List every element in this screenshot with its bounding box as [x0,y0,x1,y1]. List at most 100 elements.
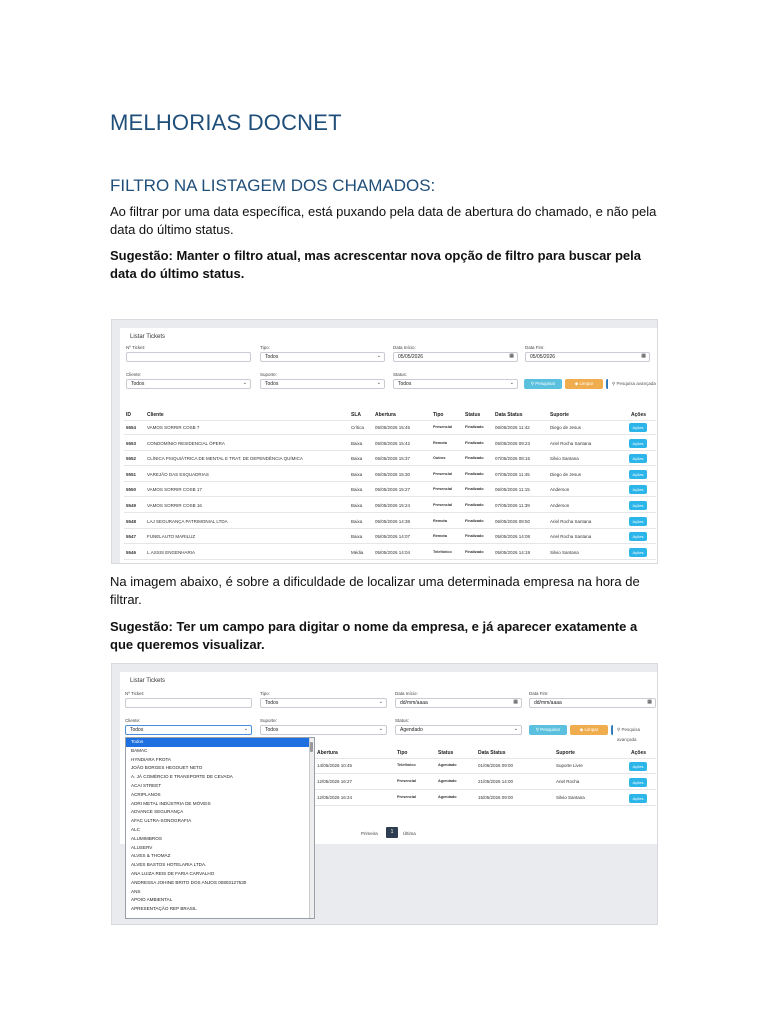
pesquisar-button[interactable]: ⚲ Pesquisar [524,379,562,389]
pesquisar-button[interactable]: ⚲ Pesquisar [529,725,567,735]
table-cell: Silvio Santana [550,456,579,462]
dropdown-scrollbar[interactable] [309,738,314,918]
table-cell: 07/05/2026 08:15 [495,456,531,462]
acoes-button[interactable]: Ações [629,485,647,495]
pager-first[interactable]: Primeira [361,831,378,836]
ticket-input[interactable] [125,698,252,708]
column-header: Abertura [375,412,396,418]
chevron-down-icon: ⌄ [243,726,248,732]
data-inicio-input[interactable]: 05/05/2026 ▦ [393,352,518,362]
dropdown-option[interactable]: ALUMIMBROS [126,835,314,844]
client-dropdown-list[interactable]: Todos BAMAC HYNDIARA FROTA JOÃO BORGES HEGO… [125,737,315,919]
limpar-button[interactable]: ◆ Limpar [565,379,603,389]
table-cell: 05/05/2026 14:19 [495,549,531,555]
pesquisa-avancada-button[interactable]: ⚲ Pesquisa avançada [611,725,657,742]
table-cell: VAMOS SORRIR COSB 17 [147,487,202,493]
dropdown-option[interactable]: ANS [126,888,314,897]
dropdown-option[interactable]: A. JÁ COMÉRCIO E TRANSPORTE DE CEVADA [126,773,314,782]
pesquisa-avancada-button[interactable]: ⚲ Pesquisa avançada [606,379,657,389]
dropdown-option[interactable]: JOÃO BORGES HEGOUET NETO [126,764,314,773]
column-header: Ações [631,750,647,756]
calendar-icon: ▦ [509,353,514,359]
tipo-select[interactable]: Todos ⌄ [260,698,387,708]
table-cell: 05/05/2026 15:30 [375,471,411,477]
table-cell: Baixa [351,471,363,477]
acoes-button[interactable]: Ações [629,563,647,564]
acoes-button[interactable]: Ações [629,516,647,526]
acoes-button[interactable]: Ações [629,423,647,432]
column-header: ID [126,412,131,418]
dropdown-option[interactable]: ALVES BASTOS HOTELARIA LTDA. [126,861,314,870]
pager-page[interactable]: 1 [386,827,398,838]
dropdown-option[interactable]: ADRI METAL INDÚSTRIA DE MÓVEIS [126,800,314,809]
row-divider [310,805,656,806]
column-header: SLA [351,412,361,418]
section-title: FILTRO NA LISTAGEM DOS CHAMADOS: [110,176,436,195]
cliente-select[interactable]: Todos ⌄ [126,379,251,389]
acoes-button[interactable]: Ações [629,454,647,464]
table-cell: 5553 [126,440,137,446]
table-cell: Diego de Jesus [550,471,582,477]
data-fim-label: Data Fim: [529,691,549,696]
panel-title: Listar Tickets [130,678,166,684]
column-header: Tipo [397,750,408,756]
table-cell: 05/05/2026 15:24 [375,503,411,508]
acoes-button[interactable]: Ações [629,501,647,510]
column-header: Suporte [556,750,575,756]
dropdown-option[interactable]: APOIO AMBIENTAL [126,896,314,905]
cliente-select[interactable]: Todos ⌄ [125,725,252,735]
table-cell: Média [351,549,364,555]
suporte-select[interactable]: Todos ⌄ [260,725,387,735]
dropdown-option[interactable]: ALC [126,826,314,835]
table-cell: Crítica [351,425,365,430]
data-fim-input[interactable]: 05/05/2026 ▦ [525,352,650,362]
table-cell: Remota [433,440,447,445]
row-divider [124,449,656,451]
table-cell: Telefônico [433,549,452,554]
acoes-button[interactable]: Ações [629,547,647,557]
limpar-button[interactable]: ◆ Limpar [570,725,608,735]
suporte-select[interactable]: Todos ⌄ [260,379,385,389]
acoes-button[interactable]: Ações [629,469,647,479]
dropdown-option[interactable]: ADVANCE SEGURANÇA [126,808,314,817]
dropdown-option[interactable]: Todos [126,738,314,747]
dropdown-option[interactable]: ALVES & THOMAZ [126,852,314,861]
chevron-down-icon: ⌄ [242,380,247,386]
acoes-button[interactable]: Ações [629,778,647,787]
dropdown-option[interactable]: HYNDIARA FROTA [126,756,314,765]
table-cell: VAREJÃO DAS ESQUADRIAS [147,471,209,477]
acoes-button[interactable]: Ações [629,794,647,803]
pager-last[interactable]: Última [403,831,416,836]
table-cell: Presencial [433,503,452,507]
table-cell: Ariel Rocha Santana [550,440,592,446]
row-divider [124,496,656,498]
data-fim-input[interactable]: dd/mm/aaaa ▦ [529,698,656,708]
calendar-icon: ▦ [647,699,652,705]
table-cell: Diego de Jesus [550,425,582,430]
acoes-button[interactable]: Ações [629,438,647,448]
acoes-button[interactable]: Ações [629,532,647,542]
column-header: Status [465,412,481,418]
acoes-button[interactable]: Ações [629,762,647,771]
data-inicio-input[interactable]: dd/mm/aaaa ▦ [395,698,522,708]
table-cell: LAJ SEGURANÇA PATRIMONIAL LTDA [147,518,228,524]
ticket-input[interactable] [126,352,251,362]
dropdown-option[interactable]: ACAI STREET [126,782,314,791]
dropdown-option[interactable]: ACRIPLANOS [126,791,314,800]
status-select[interactable]: Agendado ⌄ [395,725,522,735]
calendar-icon: ▦ [513,699,518,705]
dropdown-option[interactable]: ANDRESSA JOHINE BRITO DOS ANJOS 00803127… [126,879,314,888]
scroll-thumb[interactable] [310,742,313,752]
tipo-select[interactable]: Todos ⌄ [260,352,385,362]
dropdown-option[interactable]: APRESENTAÇÃO REP BRASIL [126,905,314,914]
cliente-label: Cliente: [126,372,142,377]
row-divider [124,512,656,513]
dropdown-option[interactable]: ANA LUIZA REIS DE FARIA CARVALHO [126,870,314,879]
table-cell: Finalizado [465,534,484,539]
table-cell: Ariel Rocha [556,779,580,784]
table-cell: Presencial [397,779,416,783]
dropdown-option[interactable]: ALUSERV [126,844,314,853]
dropdown-option[interactable]: AFAC ULTRA-SONOGRAFIA [126,817,314,826]
dropdown-option[interactable]: BAMAC [126,747,314,756]
status-select[interactable]: Todos ⌄ [393,379,518,389]
